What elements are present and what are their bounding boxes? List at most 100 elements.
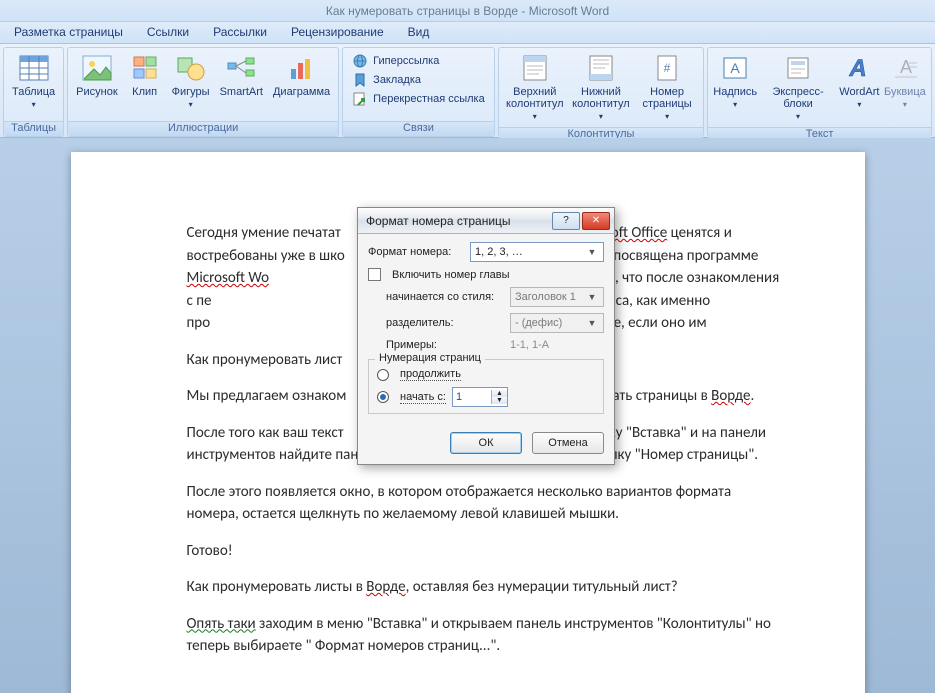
- group-links-label: Связи: [343, 121, 494, 136]
- group-tables-label: Таблицы: [4, 121, 63, 136]
- group-links: Гиперссылка Закладка Перекрестная ссылка…: [342, 47, 495, 137]
- smartart-button[interactable]: SmartArt: [216, 50, 267, 100]
- start-at-radio[interactable]: [377, 391, 389, 403]
- tab-mailings[interactable]: Рассылки: [201, 22, 279, 43]
- examples-value: 1-1, 1-A: [510, 339, 549, 351]
- include-chapter-checkbox[interactable]: [368, 268, 381, 281]
- group-illustrations-label: Иллюстрации: [68, 121, 338, 136]
- page-number-label: Номер страницы: [642, 86, 691, 110]
- crossref-button[interactable]: Перекрестная ссылка: [349, 90, 488, 108]
- cancel-button[interactable]: Отмена: [532, 432, 604, 454]
- textbox-button[interactable]: A Надпись ▾: [712, 50, 758, 113]
- wordart-label: WordArt: [839, 86, 879, 98]
- spin-down-icon[interactable]: ▼: [492, 397, 507, 404]
- textbox-icon: A: [719, 52, 751, 84]
- shapes-button[interactable]: Фигуры ▾: [168, 50, 214, 113]
- dropcap-button[interactable]: A Буквица▾: [883, 50, 927, 113]
- separator-combo: - (дефис) ▼: [510, 313, 604, 333]
- bookmark-button[interactable]: Закладка: [349, 71, 488, 89]
- wordart-button[interactable]: A WordArt▾: [838, 50, 881, 113]
- paragraph: Опять таки заходим в меню "Вставка" и от…: [187, 613, 785, 658]
- chart-label: Диаграмма: [273, 86, 330, 98]
- table-icon: [18, 52, 50, 84]
- page-number-format-dialog: Формат номера страницы ? ✕ Формат номера…: [357, 207, 615, 465]
- dialog-titlebar[interactable]: Формат номера страницы ? ✕: [358, 208, 614, 234]
- help-button[interactable]: ?: [552, 212, 580, 230]
- dropdown-icon: ▼: [585, 247, 599, 257]
- tab-view[interactable]: Вид: [396, 22, 442, 43]
- window-title: Как нумеровать страницы в Ворде - Micros…: [326, 4, 609, 18]
- svg-text:A: A: [849, 55, 867, 82]
- page-numbering-legend: Нумерация страниц: [375, 352, 485, 364]
- table-label: Таблица: [12, 86, 55, 98]
- ok-button[interactable]: ОК: [450, 432, 522, 454]
- header-icon: [519, 52, 551, 84]
- dropdown-icon: ▾: [796, 112, 800, 121]
- dialog-title: Формат номера страницы: [366, 214, 511, 228]
- picture-label: Рисунок: [76, 86, 118, 98]
- close-button[interactable]: ✕: [582, 212, 610, 230]
- clip-button[interactable]: Клип: [124, 50, 166, 100]
- dialog-footer: ОК Отмена: [358, 424, 614, 464]
- shapes-label: Фигуры: [172, 86, 210, 98]
- number-format-combo[interactable]: 1, 2, 3, … ▼: [470, 242, 604, 262]
- quickparts-label: Экспресс-блоки: [772, 86, 823, 110]
- quickparts-button[interactable]: Экспресс-блоки ▾: [760, 50, 836, 125]
- smartart-icon: [225, 52, 257, 84]
- picture-icon: [81, 52, 113, 84]
- spin-up-icon[interactable]: ▲: [492, 390, 507, 397]
- tab-page-layout[interactable]: Разметка страницы: [2, 22, 135, 43]
- wordart-icon: A: [843, 52, 875, 84]
- footer-icon: [585, 52, 617, 84]
- page-number-icon: #: [651, 52, 683, 84]
- number-format-label: Формат номера:: [368, 246, 464, 258]
- page-numbering-group: Нумерация страниц продолжить начать с: ▲…: [368, 359, 604, 414]
- close-icon: ✕: [592, 215, 600, 226]
- svg-text:A: A: [730, 60, 740, 76]
- paragraph: После этого появляется окно, в котором о…: [187, 481, 785, 526]
- shapes-icon: [175, 52, 207, 84]
- textbox-label: Надпись: [713, 86, 757, 98]
- paragraph: Как пронумеровать листы в Ворде, оставля…: [187, 576, 785, 599]
- separator-value: - (дефис): [515, 317, 562, 329]
- help-icon: ?: [563, 215, 569, 226]
- continue-label: продолжить: [400, 368, 461, 381]
- quickparts-icon: [782, 52, 814, 84]
- starts-style-combo: Заголовок 1 ▼: [510, 287, 604, 307]
- hyperlink-icon: [352, 53, 368, 69]
- clip-label: Клип: [132, 86, 157, 98]
- dropdown-icon: ▾: [533, 112, 537, 121]
- number-format-value: 1, 2, 3, …: [475, 246, 523, 258]
- paragraph: Готово!: [187, 540, 785, 563]
- start-at-spinner[interactable]: ▲ ▼: [452, 387, 508, 407]
- dropdown-icon: ▾: [665, 112, 669, 121]
- tab-review[interactable]: Рецензирование: [279, 22, 396, 43]
- svg-text:#: #: [664, 61, 671, 75]
- hyperlink-button[interactable]: Гиперссылка: [349, 52, 488, 70]
- start-at-input[interactable]: [453, 388, 491, 406]
- continue-radio[interactable]: [377, 369, 389, 381]
- table-button[interactable]: Таблица ▾: [8, 50, 59, 113]
- chart-button[interactable]: Диаграмма: [269, 50, 334, 100]
- dropdown-icon: ▼: [585, 292, 599, 302]
- footer-label: Нижний колонтитул: [572, 86, 630, 110]
- starts-style-value: Заголовок 1: [515, 291, 576, 303]
- dropdown-icon: ▾: [32, 100, 36, 109]
- dropcap-icon: A: [889, 52, 921, 84]
- ribbon: Таблица ▾ Таблицы Рисунок Клип Фигуры ▾ Sm…: [0, 44, 935, 138]
- tab-references[interactable]: Ссылки: [135, 22, 201, 43]
- page-number-button[interactable]: # Номер страницы ▾: [635, 50, 699, 125]
- bookmark-icon: [352, 72, 368, 88]
- picture-button[interactable]: Рисунок: [72, 50, 122, 100]
- dropdown-icon: ▾: [189, 100, 193, 109]
- dropdown-icon: ▾: [733, 100, 737, 109]
- chart-icon: [286, 52, 318, 84]
- header-button[interactable]: Верхний колонтитул ▾: [503, 50, 567, 125]
- hyperlink-label: Гиперссылка: [373, 55, 439, 67]
- ribbon-tabs: Разметка страницы Ссылки Рассылки Реценз…: [0, 22, 935, 44]
- footer-button[interactable]: Нижний колонтитул ▾: [569, 50, 633, 125]
- include-chapter-label: Включить номер главы: [392, 269, 510, 281]
- dropdown-icon: ▼: [585, 318, 599, 328]
- starts-style-label: начинается со стиля:: [386, 291, 504, 303]
- header-label: Верхний колонтитул: [506, 86, 564, 110]
